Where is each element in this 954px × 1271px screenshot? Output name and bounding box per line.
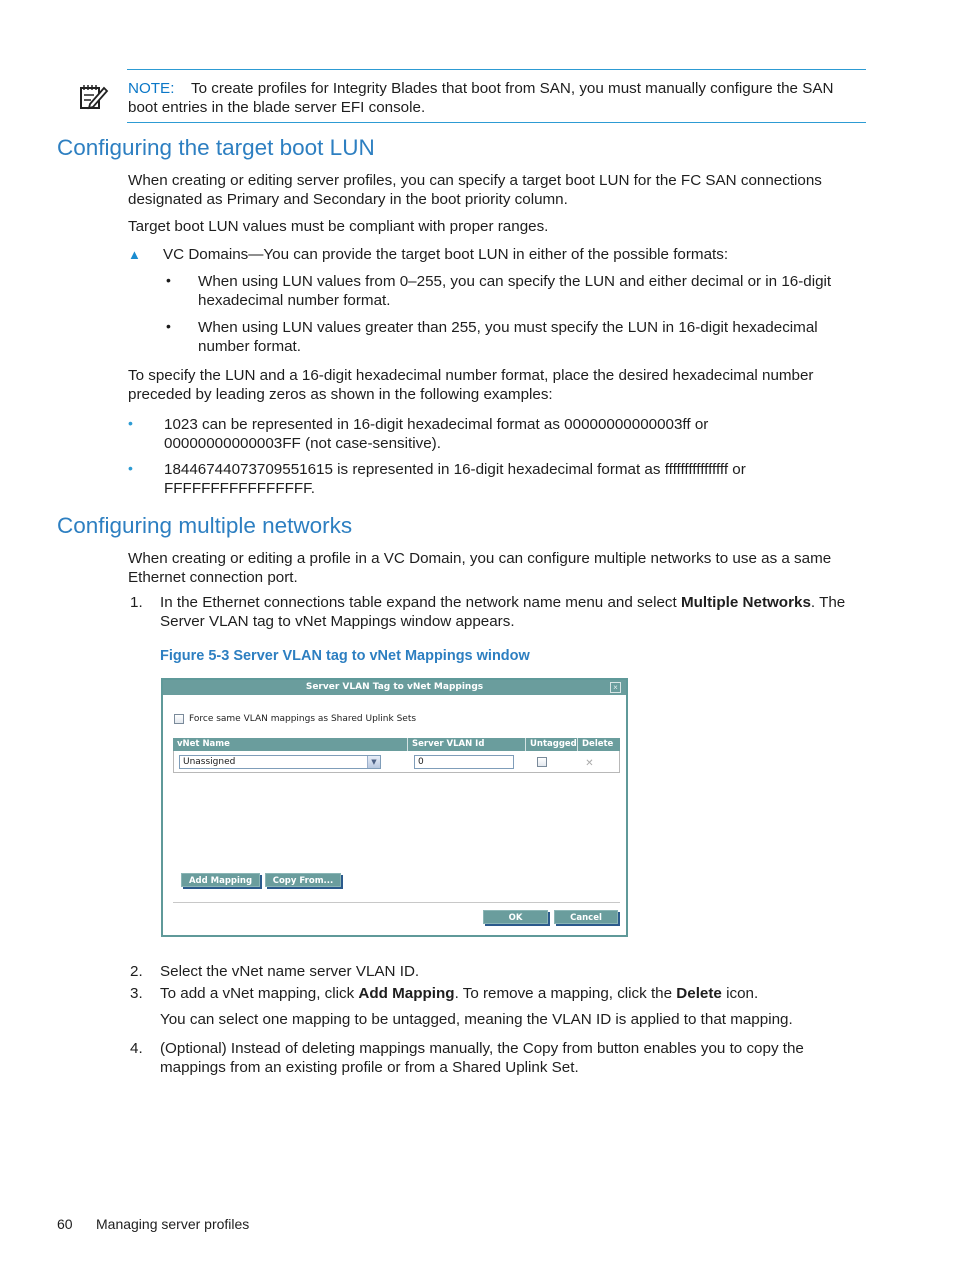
step-text: Server VLAN tag to vNet Mappings window … (160, 613, 515, 630)
figure-caption: Figure 5-3 Server VLAN tag to vNet Mappi… (160, 648, 530, 664)
bullet-icon: • (166, 318, 171, 334)
section-heading-multiple-networks: Configuring multiple networks (57, 513, 353, 538)
column-header-untagged[interactable]: Untagged (526, 738, 578, 751)
force-same-vlan-row[interactable]: Force same VLAN mappings as Shared Uplin… (174, 714, 416, 724)
note-text: NOTE: To create profiles for Integrity B… (128, 79, 868, 117)
sub-item-line: When using LUN values greater than 255, … (198, 319, 818, 336)
step-3-number: 3. (130, 985, 143, 1002)
step-1-number: 1. (130, 594, 143, 611)
step-3: To add a vNet mapping, click Add Mapping… (160, 984, 870, 1003)
note-top-rule (127, 69, 866, 70)
step-4-number: 4. (130, 1040, 143, 1057)
example-line: 1023 can be represented in 16-digit hexa… (164, 416, 709, 433)
table-row: Unassigned ▼ 0 ✕ (173, 751, 620, 773)
example-line: 00000000000003FF (not case-sensitive). (164, 435, 441, 452)
step-text: . To remove a mapping, click the (454, 985, 677, 1002)
step-4: (Optional) Instead of deleting mappings … (160, 1039, 870, 1077)
chevron-down-icon[interactable]: ▼ (367, 755, 380, 768)
force-same-vlan-checkbox[interactable] (174, 714, 184, 724)
vc-domains-item: VC Domains—You can provide the target bo… (163, 246, 729, 263)
column-header-vnet-name[interactable]: vNet Name (173, 738, 408, 751)
force-same-vlan-label: Force same VLAN mappings as Shared Uplin… (189, 714, 417, 724)
triangle-bullet-icon: ▲ (128, 247, 141, 262)
section-heading-target-boot-lun: Configuring the target boot LUN (57, 135, 375, 160)
vlan-id-input[interactable]: 0 (413, 754, 514, 769)
step-text: (Optional) Instead of deleting mappings … (160, 1040, 804, 1057)
sub-item-line: hexadecimal number format. (198, 292, 391, 309)
ui-term-delete: Delete (676, 985, 722, 1002)
column-header-server-vlan-id[interactable]: Server VLAN Id (408, 738, 526, 751)
step-text: icon. (721, 985, 759, 1002)
step-1: In the Ethernet connections table expand… (160, 593, 870, 631)
section1-paragraph-2: Target boot LUN values must be compliant… (128, 218, 549, 235)
step-text: To add a vNet mapping, click (160, 985, 359, 1002)
section1-paragraph-1: When creating or editing server profiles… (128, 171, 868, 209)
example-1: 1023 can be represented in 16-digit hexa… (164, 415, 864, 453)
example-line: FFFFFFFFFFFFFFFF. (164, 480, 315, 497)
para-line: Ethernet connection port. (128, 569, 298, 586)
add-mapping-button[interactable]: Add Mapping (181, 873, 260, 887)
para-line: preceded by leading zeros as shown in th… (128, 386, 553, 403)
note-pencil-icon (79, 82, 109, 112)
sub-item-2: When using LUN values greater than 255, … (198, 318, 868, 356)
vnet-name-value: Unassigned (183, 756, 236, 767)
delete-cell: ✕ (577, 753, 619, 771)
dialog-separator (173, 902, 620, 903)
step-text: In the Ethernet connections table expand… (160, 594, 681, 611)
dialog-title: Server VLAN Tag to vNet Mappings (163, 680, 626, 695)
example-2: 18446744073709551615 is represented in 1… (164, 460, 864, 498)
para-line: When creating or editing a profile in a … (128, 550, 832, 567)
untagged-checkbox[interactable] (537, 756, 548, 767)
vnet-name-select[interactable]: Unassigned ▼ (179, 754, 381, 769)
section2-paragraph-1: When creating or editing a profile in a … (128, 549, 868, 587)
vlan-mappings-dialog: Server VLAN Tag to vNet Mappings × Force… (161, 678, 628, 937)
section1-paragraph-3: To specify the LUN and a 16-digit hexade… (128, 366, 868, 404)
note-line1: To create profiles for Integrity Blades … (191, 80, 834, 97)
bullet-icon: • (166, 272, 171, 288)
sub-item-1: When using LUN values from 0–255, you ca… (198, 272, 868, 310)
para-line: designated as Primary and Secondary in t… (128, 191, 568, 208)
step-2: Select the vNet name server VLAN ID. (160, 963, 420, 980)
table-header: vNet Name Server VLAN Id Untagged Delete (173, 738, 620, 751)
mappings-table: vNet Name Server VLAN Id Untagged Delete… (173, 738, 620, 773)
page-number: 60 (57, 1216, 73, 1232)
ui-term-multiple-networks: Multiple Networks (680, 594, 811, 611)
vnet-name-cell: Unassigned ▼ (174, 754, 408, 769)
cancel-button[interactable]: Cancel (554, 910, 618, 924)
step-2-number: 2. (130, 963, 143, 980)
bullet-icon: • (128, 460, 133, 476)
ui-term-add-mapping: Add Mapping (358, 985, 455, 1002)
close-icon[interactable]: × (610, 682, 621, 693)
delete-icon[interactable]: ✕ (585, 758, 593, 769)
column-header-delete[interactable]: Delete (578, 738, 620, 751)
step-3-extra: You can select one mapping to be untagge… (160, 1011, 793, 1028)
bullet-icon: • (128, 415, 133, 431)
ok-button[interactable]: OK (483, 910, 548, 924)
untagged-cell (525, 756, 577, 767)
step-text: mappings from an existing profile or fro… (160, 1059, 579, 1076)
sub-item-line: When using LUN values from 0–255, you ca… (198, 273, 832, 290)
chapter-title: Managing server profiles (96, 1216, 250, 1232)
para-line: To specify the LUN and a 16-digit hexade… (128, 367, 814, 384)
note-line2: boot entries in the blade server EFI con… (128, 99, 426, 116)
step-text: . The (810, 594, 846, 611)
sub-item-line: number format. (198, 338, 301, 355)
note-label: NOTE: (128, 80, 175, 97)
note-bottom-rule (127, 122, 866, 123)
example-line: 18446744073709551615 is represented in 1… (164, 461, 746, 478)
copy-from-button[interactable]: Copy From... (265, 873, 341, 887)
para-line: When creating or editing server profiles… (128, 172, 822, 189)
vlan-id-cell: 0 (408, 754, 525, 769)
